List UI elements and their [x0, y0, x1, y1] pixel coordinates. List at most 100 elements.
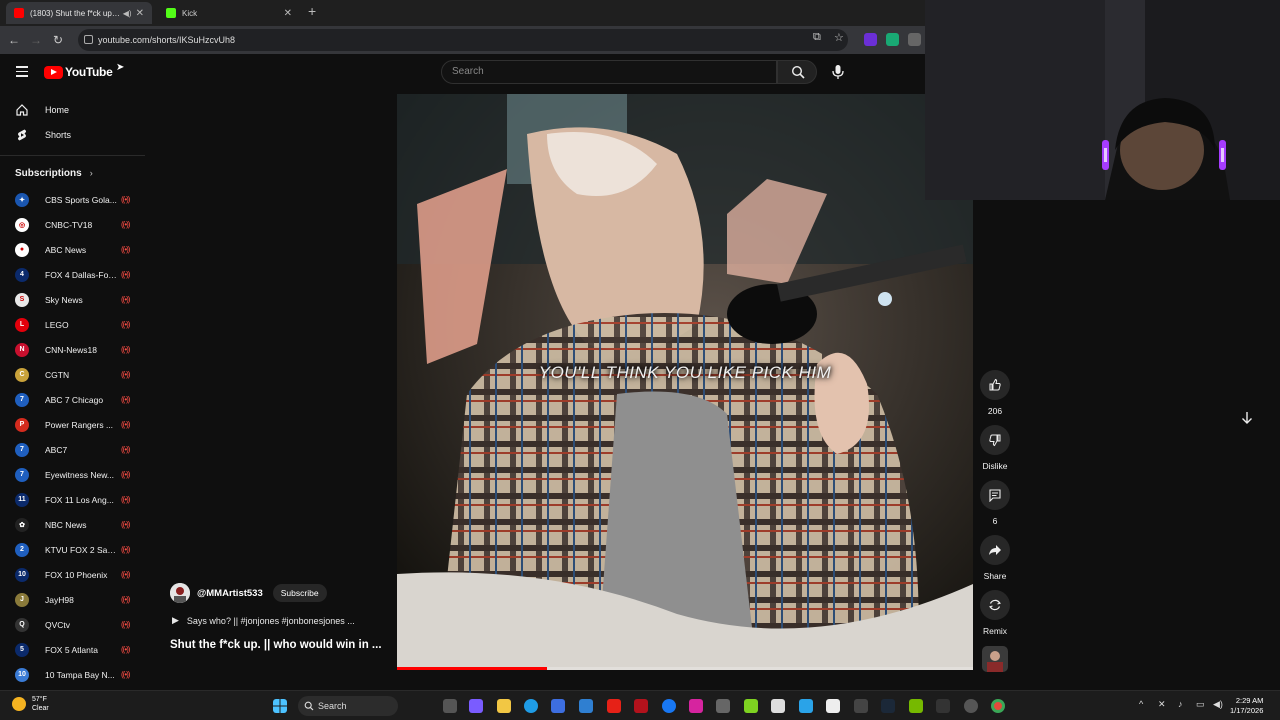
youtube-app-icon[interactable]: [607, 699, 621, 713]
subscription-item[interactable]: 11 FOX 11 Los Ang... ((•)): [0, 487, 145, 512]
weather-widget[interactable]: 57°F Clear: [12, 695, 49, 713]
subscription-item[interactable]: 10 FOX 10 Phoenix ((•)): [0, 562, 145, 587]
media-app-icon[interactable]: [716, 699, 730, 713]
subscription-name: KTVU FOX 2 San...: [45, 544, 117, 555]
subscription-item[interactable]: 5 FOX 5 Atlanta ((•)): [0, 637, 145, 662]
reload-icon[interactable]: ↻: [50, 32, 66, 48]
sidebar-item-home[interactable]: Home: [0, 98, 145, 122]
arrow-down-icon: [1242, 412, 1252, 424]
subscription-item[interactable]: P Power Rangers ... ((•)): [0, 412, 145, 437]
extension-icon[interactable]: [908, 33, 921, 46]
channel-avatar[interactable]: [170, 583, 190, 603]
share-button[interactable]: Share: [980, 535, 1010, 581]
amazon-icon[interactable]: [771, 699, 785, 713]
windows-start-icon[interactable]: [273, 699, 287, 713]
dislike-button[interactable]: Dislike: [980, 425, 1010, 471]
sound-thumbnail[interactable]: [980, 646, 1010, 677]
taskbar-search[interactable]: Search: [298, 696, 398, 716]
dislike-label: Dislike: [982, 461, 1008, 471]
extension-icon[interactable]: [886, 33, 899, 46]
live-indicator-icon: ((•)): [121, 345, 131, 354]
task-view-icon[interactable]: [443, 699, 457, 713]
subscribe-button[interactable]: Subscribe: [272, 584, 327, 602]
settings-icon[interactable]: [964, 699, 978, 713]
edge-icon[interactable]: [524, 699, 538, 713]
subscription-item[interactable]: 7 Eyewitness New... ((•)): [0, 462, 145, 487]
site-info-icon[interactable]: [84, 35, 93, 44]
address-bar[interactable]: youtube.com/shorts/IKSuHzcvUh8: [78, 29, 848, 51]
sidebar: Home Shorts Subscriptions › ✦ CBS Sports G…: [0, 94, 145, 690]
live-indicator-icon: ((•)): [121, 220, 131, 229]
subscription-item[interactable]: ✿ NBC News ((•)): [0, 512, 145, 537]
close-tab-icon[interactable]: ✕: [136, 8, 144, 19]
menu-icon[interactable]: [16, 66, 28, 77]
tab-kick[interactable]: Kick ✕: [158, 2, 300, 24]
facebook-icon[interactable]: [662, 699, 676, 713]
display-icon[interactable]: ▭: [1196, 699, 1205, 710]
file-explorer-icon[interactable]: [497, 699, 511, 713]
like-button[interactable]: 206: [980, 370, 1010, 416]
subscriptions-heading[interactable]: Subscriptions ›: [15, 168, 93, 179]
subscription-item[interactable]: J JayH98 ((•)): [0, 587, 145, 612]
volume-icon[interactable]: ◀): [1213, 699, 1223, 710]
new-tab-icon[interactable]: +: [308, 3, 316, 19]
youtube-logo[interactable]: YouTube: [44, 65, 113, 79]
search-button[interactable]: [777, 60, 817, 84]
remix-label: Remix: [982, 626, 1008, 636]
tab-youtube[interactable]: (1803) Shut the f*ck up. || w ◀) ✕: [6, 2, 152, 24]
subscription-item[interactable]: N CNN-News18 ((•)): [0, 337, 145, 362]
voice-search-button[interactable]: [826, 60, 850, 84]
next-video-button[interactable]: [1240, 410, 1254, 431]
bookmark-star-icon[interactable]: ☆: [834, 31, 844, 44]
roblox-icon[interactable]: [826, 699, 840, 713]
subscription-item[interactable]: L LEGO ((•)): [0, 312, 145, 337]
netflix-icon[interactable]: [634, 699, 648, 713]
instagram-icon[interactable]: [689, 699, 703, 713]
hulu-icon[interactable]: [744, 699, 758, 713]
subscription-item[interactable]: ✦ CBS Sports Gola... ((•)): [0, 187, 145, 212]
remix-button[interactable]: Remix: [980, 590, 1010, 636]
channel-handle[interactable]: @MMArtist533: [197, 588, 263, 599]
sidebar-item-shorts[interactable]: Shorts: [0, 123, 145, 147]
subscription-item[interactable]: 7 ABC7 ((•)): [0, 437, 145, 462]
subscription-item[interactable]: ● ABC News ((•)): [0, 237, 145, 262]
kick-favicon-icon: [166, 8, 176, 18]
app-icon[interactable]: [854, 699, 868, 713]
prime-video-icon[interactable]: [799, 699, 813, 713]
browser-toolbar: ← → ↻ youtube.com/shorts/IKSuHzcvUh8 ⧉ ☆: [0, 26, 925, 54]
subscription-name: 10 Tampa Bay N...: [45, 669, 115, 680]
nvidia-icon[interactable]: [909, 699, 923, 713]
microphone-icon[interactable]: ♪: [1178, 699, 1183, 709]
network-icon[interactable]: ✕: [1158, 699, 1166, 710]
install-app-icon[interactable]: ⧉: [813, 31, 821, 44]
subscription-item[interactable]: S Sky News ((•)): [0, 287, 145, 312]
subscription-item[interactable]: 4 FOX 4 Dallas-For... ((•)): [0, 262, 145, 287]
back-icon[interactable]: ←: [6, 32, 22, 48]
shorts-video-player[interactable]: YOU'LL THINK YOU LIKE PICK HIM: [397, 94, 973, 670]
store-icon[interactable]: [551, 699, 565, 713]
chevron-up-icon[interactable]: ^: [1139, 699, 1143, 709]
subscription-item[interactable]: ◎ CNBC-TV18 ((•)): [0, 212, 145, 237]
system-clock[interactable]: 2:29 AM 1/17/2026: [1230, 696, 1263, 716]
subscription-item[interactable]: 10 10 Tampa Bay N... ((•)): [0, 662, 145, 687]
epic-games-icon[interactable]: [936, 699, 950, 713]
video-title[interactable]: Shut the f*ck up. || who would win in ..…: [170, 639, 390, 651]
video-description[interactable]: ▶ Says who? || #jonjones #jonbonesjones …: [172, 615, 382, 626]
search-input[interactable]: Search: [441, 60, 777, 84]
comments-button[interactable]: 6: [980, 480, 1010, 526]
mail-icon[interactable]: [579, 699, 593, 713]
live-indicator-icon: ((•)): [121, 670, 131, 679]
subscription-item[interactable]: C CGTN ((•)): [0, 362, 145, 387]
forward-icon[interactable]: →: [28, 32, 44, 48]
video-progress-bar[interactable]: [397, 667, 973, 670]
subscription-item[interactable]: Q QVCtv ((•)): [0, 612, 145, 637]
copilot-icon[interactable]: [469, 699, 483, 713]
extension-icon[interactable]: [864, 33, 877, 46]
subscription-item[interactable]: 7 ABC 7 Chicago ((•)): [0, 387, 145, 412]
subscription-item[interactable]: 2 KTVU FOX 2 San... ((•)): [0, 537, 145, 562]
chrome-icon[interactable]: [991, 699, 1005, 713]
close-tab-icon[interactable]: ✕: [284, 8, 292, 19]
speaker-icon[interactable]: ◀): [123, 9, 132, 18]
youtube-play-icon: [44, 65, 63, 79]
steam-icon[interactable]: [881, 699, 895, 713]
